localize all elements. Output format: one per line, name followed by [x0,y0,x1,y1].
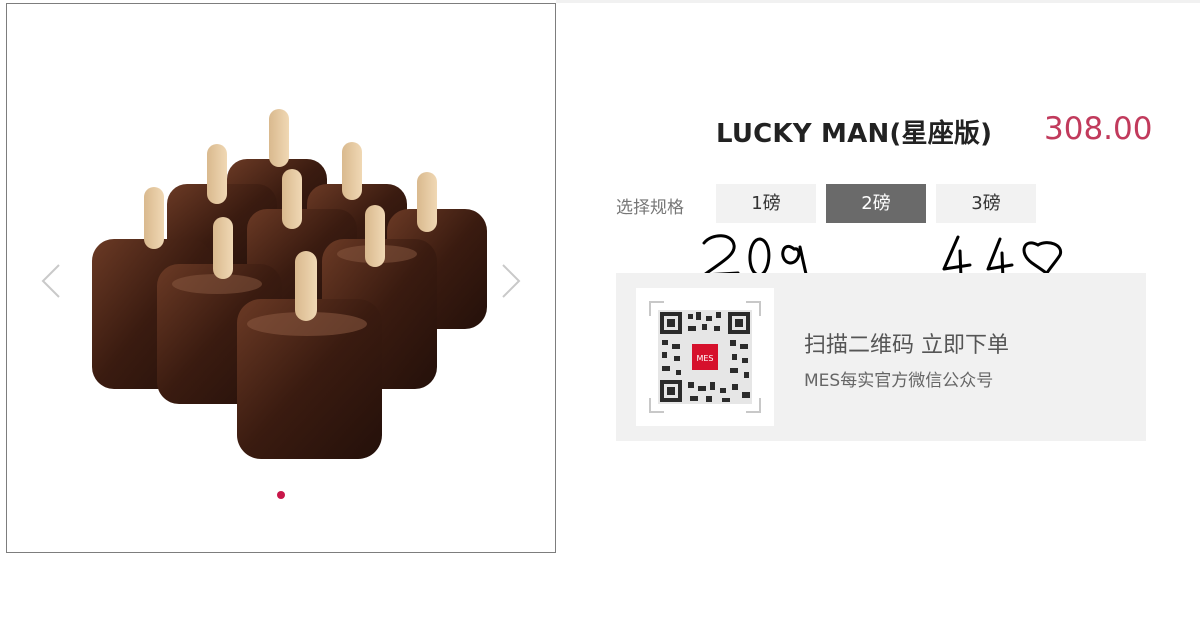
next-arrow-icon[interactable] [499,263,523,299]
qr-logo-text: MES [696,354,713,363]
product-title: LUCKY MAN(星座版) [716,119,993,149]
product-image [77,99,487,473]
qr-title: 扫描二维码 立即下单 [804,333,1009,358]
spec-option-3lb[interactable]: 3磅 [936,184,1036,223]
top-divider [556,0,1200,3]
spec-option-1lb[interactable]: 1磅 [716,184,816,223]
product-price: 308.00 [1044,111,1153,147]
prev-arrow-icon[interactable] [39,263,63,299]
spec-option-2lb[interactable]: 2磅 [826,184,926,223]
spec-label: 选择规格 [616,198,684,218]
product-gallery [6,3,556,553]
carousel-dot[interactable] [277,491,285,499]
qr-panel: MES 扫描二维码 立即下单 MES每实官方微信公众号 [616,273,1146,441]
qr-subtitle: MES每实官方微信公众号 [804,371,994,391]
qr-code[interactable]: MES [636,288,774,426]
